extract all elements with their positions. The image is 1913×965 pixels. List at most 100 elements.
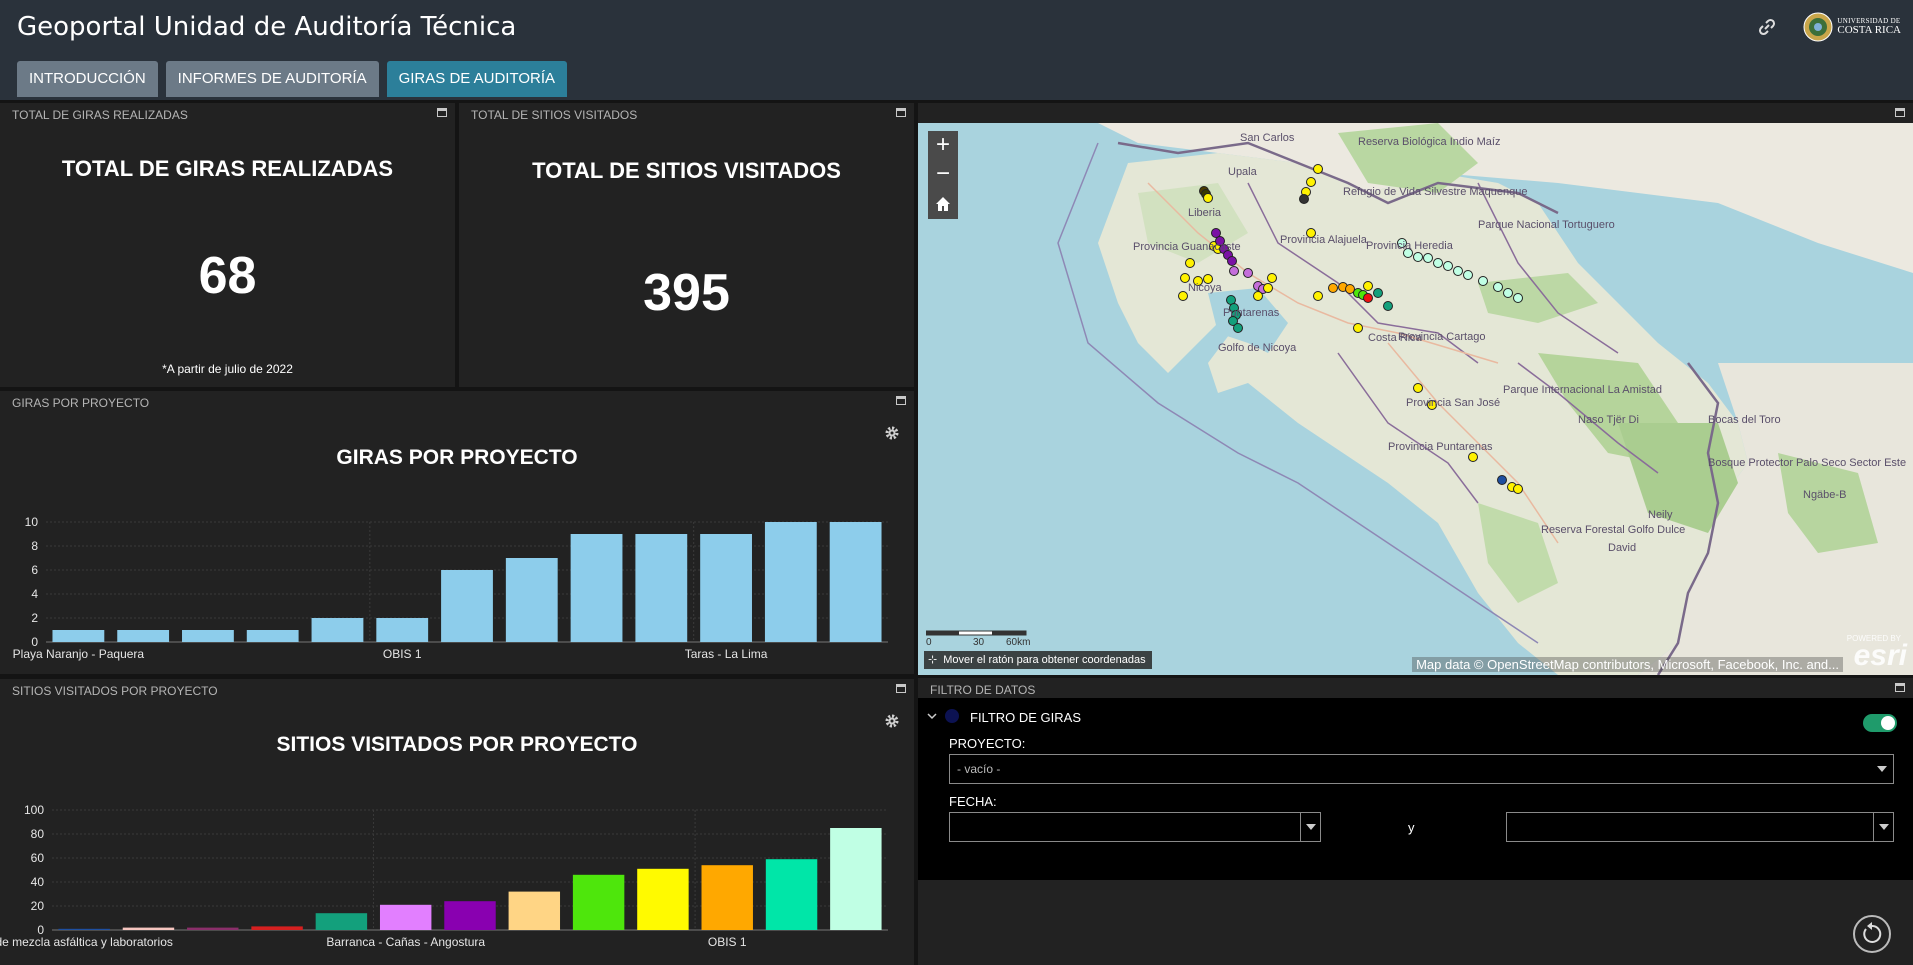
- x-tick-label: Playa Naranjo - Paquera: [13, 647, 145, 661]
- bar[interactable]: [637, 868, 689, 930]
- bar[interactable]: [441, 570, 493, 642]
- site-point[interactable]: [1227, 256, 1237, 266]
- bar[interactable]: [444, 901, 496, 930]
- chevron-down-icon[interactable]: [926, 710, 938, 722]
- site-point[interactable]: [1313, 291, 1323, 301]
- map-label: Golfo de Nicoya: [1218, 342, 1297, 354]
- map-canvas[interactable]: San Carlos Reserva Biológica Indio Maíz Up…: [918, 123, 1913, 675]
- map-label: Bosque Protector Palo Seco Sector Este: [1708, 457, 1906, 469]
- bar[interactable]: [246, 630, 299, 642]
- fecha-end-input[interactable]: [1506, 812, 1894, 842]
- bar[interactable]: [58, 928, 110, 930]
- bar[interactable]: [52, 630, 105, 642]
- site-point[interactable]: [1423, 253, 1433, 263]
- site-point[interactable]: [1468, 452, 1478, 462]
- fecha-end-dropdown[interactable]: [1873, 813, 1893, 841]
- maximize-icon[interactable]: [1895, 108, 1905, 117]
- panel-total-giras: TOTAL DE GIRAS REALIZADAS TOTAL DE GIRAS…: [0, 103, 455, 387]
- site-point[interactable]: [1513, 484, 1523, 494]
- site-point[interactable]: [1185, 258, 1195, 268]
- zoom-in-button[interactable]: +: [928, 131, 958, 161]
- maximize-icon[interactable]: [896, 108, 906, 117]
- site-point[interactable]: [1453, 266, 1463, 276]
- y-tick-label: 6: [31, 563, 38, 577]
- site-point[interactable]: [1203, 193, 1213, 203]
- site-point[interactable]: [1299, 194, 1309, 204]
- bar[interactable]: [765, 859, 818, 930]
- site-point[interactable]: [1383, 301, 1393, 311]
- site-point[interactable]: [1233, 323, 1243, 333]
- tab-giras[interactable]: GIRAS DE AUDITORÍA: [386, 61, 568, 97]
- map-label: Provincia Cartago: [1398, 331, 1485, 343]
- bar[interactable]: [182, 630, 234, 642]
- site-point[interactable]: [1363, 281, 1373, 291]
- site-point[interactable]: [1497, 475, 1507, 485]
- x-tick-label: Taras - La Lima: [685, 647, 768, 661]
- site-point[interactable]: [1243, 268, 1253, 278]
- bar[interactable]: [700, 534, 752, 642]
- site-point[interactable]: [1503, 288, 1513, 298]
- site-point[interactable]: [1306, 177, 1316, 187]
- proyecto-select[interactable]: - vacío -: [949, 754, 1894, 784]
- fecha-start-dropdown[interactable]: [1300, 813, 1320, 841]
- bar[interactable]: [764, 522, 817, 642]
- y-tick-label: 80: [31, 827, 45, 841]
- site-point[interactable]: [1353, 323, 1363, 333]
- site-point[interactable]: [1493, 282, 1503, 292]
- scale-bar: 0 30 60km: [926, 630, 1030, 647]
- site-point[interactable]: [1478, 276, 1488, 286]
- sitios-bar-chart: 020406080100de mezcla asfáltica y labora…: [0, 803, 888, 949]
- bar[interactable]: [570, 534, 623, 642]
- coordinates-widget[interactable]: ⊹ Mover el ratón para obtener coordenada…: [924, 651, 1152, 669]
- maximize-icon[interactable]: [1895, 683, 1905, 692]
- home-button[interactable]: [928, 189, 958, 219]
- bar[interactable]: [701, 865, 753, 930]
- site-point[interactable]: [1443, 261, 1453, 271]
- bar[interactable]: [379, 904, 432, 930]
- site-point[interactable]: [1513, 293, 1523, 303]
- bar[interactable]: [251, 926, 303, 930]
- site-point[interactable]: [1413, 383, 1423, 393]
- site-point[interactable]: [1229, 266, 1239, 276]
- site-point[interactable]: [1373, 288, 1383, 298]
- bar[interactable]: [376, 618, 429, 642]
- map-label: Nicoya: [1188, 282, 1223, 294]
- zoom-out-button[interactable]: −: [928, 160, 958, 190]
- y-tick-label: 8: [31, 539, 38, 553]
- bar[interactable]: [635, 534, 688, 642]
- map-label: Bocas del Toro: [1708, 414, 1781, 426]
- scale-label-0: 0: [926, 637, 932, 647]
- tab-informes[interactable]: INFORMES DE AUDITORÍA: [165, 61, 379, 97]
- bar[interactable]: [311, 618, 364, 642]
- filter-toggle[interactable]: [1863, 714, 1897, 732]
- bar[interactable]: [572, 874, 625, 930]
- reset-icon: [1863, 922, 1882, 943]
- bar[interactable]: [830, 828, 882, 930]
- link-icon[interactable]: [1757, 17, 1777, 37]
- site-point[interactable]: [1263, 283, 1273, 293]
- panel-title: TOTAL DE SITIOS VISITADOS: [471, 108, 638, 122]
- site-point[interactable]: [1178, 291, 1188, 301]
- site-point[interactable]: [1267, 273, 1277, 283]
- bar[interactable]: [187, 927, 239, 930]
- bar[interactable]: [829, 522, 882, 642]
- site-point[interactable]: [1363, 293, 1373, 303]
- tab-introduccion[interactable]: INTRODUCCIÓN: [17, 61, 158, 97]
- maximize-icon[interactable]: [437, 108, 447, 117]
- caret-down-icon: [1306, 824, 1316, 830]
- site-point[interactable]: [1313, 164, 1323, 174]
- site-point[interactable]: [1413, 252, 1423, 262]
- reset-button[interactable]: [1853, 915, 1891, 953]
- fecha-start-input[interactable]: [949, 812, 1321, 842]
- bar[interactable]: [117, 630, 170, 642]
- bar[interactable]: [508, 891, 561, 930]
- map-label: Parque Nacional Tortuguero: [1478, 219, 1615, 231]
- site-point[interactable]: [1463, 270, 1473, 280]
- bar[interactable]: [122, 927, 175, 930]
- site-point[interactable]: [1253, 291, 1263, 301]
- site-point[interactable]: [1433, 258, 1443, 268]
- bar[interactable]: [315, 913, 368, 930]
- site-point[interactable]: [1328, 283, 1338, 293]
- bar[interactable]: [505, 558, 558, 642]
- proyecto-select-value: - vacío -: [957, 762, 1001, 776]
